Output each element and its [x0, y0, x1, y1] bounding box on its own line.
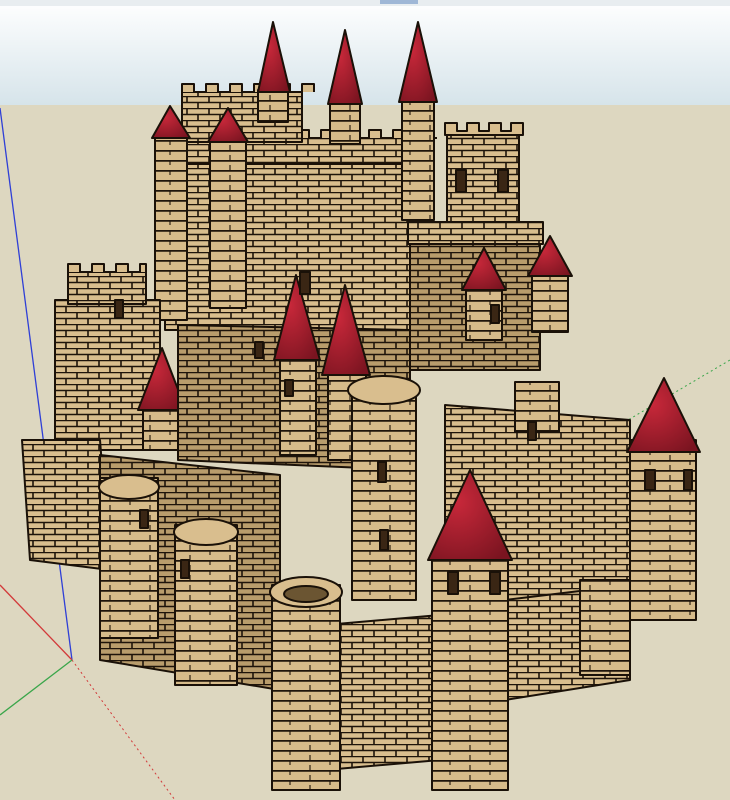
viewport-canvas[interactable] — [0, 0, 730, 800]
tower-back-2 — [329, 101, 361, 145]
left-outer-wall — [21, 439, 111, 571]
tower-left-front-1 — [99, 477, 159, 639]
tower-central-3-top — [347, 375, 421, 405]
tower-back-left — [154, 134, 188, 321]
tower-left-front-1-top — [98, 474, 160, 500]
tower-left-inner — [209, 137, 247, 309]
tower-left-front-2-top — [173, 518, 239, 546]
tower-front-left-hole — [283, 585, 329, 603]
tower-back-1 — [257, 89, 289, 123]
tower-central-3 — [351, 384, 417, 601]
tower-right-far — [629, 439, 697, 621]
tower-front-left — [271, 584, 341, 791]
front-curtain-wall — [324, 614, 441, 771]
keep-back-wall — [164, 139, 411, 331]
3d-viewport[interactable] — [0, 0, 730, 800]
left-tower-top — [67, 271, 147, 305]
sky-background — [0, 0, 730, 105]
tower-back-3 — [401, 99, 435, 221]
tower-right-mid-2 — [531, 271, 569, 333]
tower-left-front-2 — [174, 524, 238, 686]
tower-front-right — [579, 579, 631, 676]
window-top-edge — [0, 0, 730, 6]
window-top-tab — [380, 0, 418, 4]
tower-central-1 — [279, 354, 317, 456]
right-mid-battlement — [407, 221, 544, 245]
